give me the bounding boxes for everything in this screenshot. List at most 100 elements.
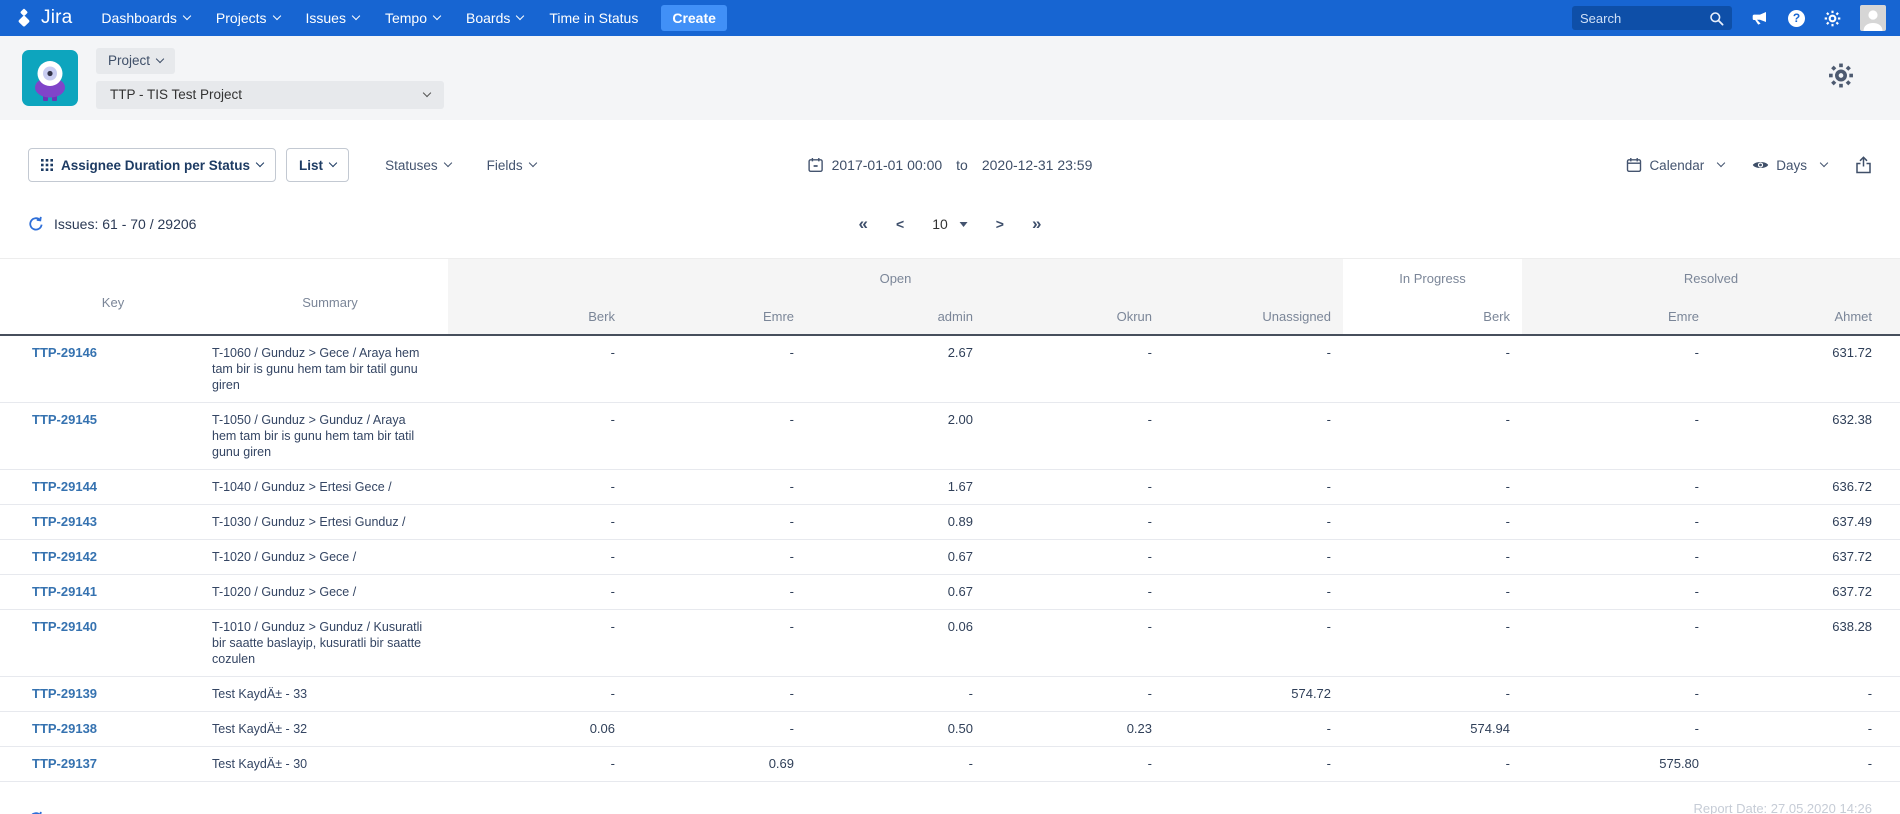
date-range-separator: to [956, 157, 968, 173]
announcements-icon[interactable] [1751, 9, 1769, 27]
issue-row: TTP-29141T-1020 / Gunduz > Gece /--0.67-… [0, 574, 1900, 609]
duration-value-cell: - [1522, 609, 1711, 676]
chevron-down-icon [256, 159, 264, 167]
date-range-picker[interactable]: 2017-01-01 00:00 to 2020-12-31 23:59 [808, 157, 1093, 173]
nav-item-dashboards[interactable]: Dashboards [88, 0, 203, 36]
nav-item-boards[interactable]: Boards [453, 0, 536, 36]
report-type-button[interactable]: Assignee Duration per Status [28, 148, 276, 182]
report-toolbar: Assignee Duration per Status List Status… [0, 148, 1900, 182]
issue-row: TTP-29143T-1030 / Gunduz > Ertesi Gunduz… [0, 504, 1900, 539]
search-input[interactable] [1580, 11, 1709, 26]
column-header-key: Key [0, 259, 194, 335]
issue-key-link[interactable]: TTP-29146 [32, 345, 97, 360]
nav-item-issues[interactable]: Issues [293, 0, 372, 36]
nav-item-projects[interactable]: Projects [203, 0, 293, 36]
scope-dropdown[interactable]: Project [96, 48, 175, 74]
page-size-select[interactable]: 10 [932, 216, 968, 232]
issue-key-link[interactable]: TTP-29145 [32, 412, 97, 427]
next-page-button[interactable]: > [996, 811, 1004, 814]
refresh-icon[interactable] [28, 216, 44, 232]
duration-value-cell: - [985, 609, 1164, 676]
assignee-column-header: Berk [1343, 299, 1522, 335]
chevron-down-icon [1820, 159, 1828, 167]
duration-value-cell: - [1164, 539, 1343, 574]
calendar-icon [808, 157, 824, 173]
chevron-down-icon [528, 159, 536, 167]
next-page-button[interactable]: > [996, 216, 1004, 232]
duration-value-cell: - [1343, 504, 1522, 539]
duration-value-cell: - [1522, 676, 1711, 711]
duration-report-table: Key Summary Open In Progress Resolved Be… [0, 258, 1900, 782]
duration-value-cell: - [448, 574, 627, 609]
issues-count-row-bottom: Issues: 61 - 70 / 29206 « < 10 > » Repor… [0, 796, 1900, 814]
duration-value-cell: 0.67 [806, 574, 985, 609]
first-page-button[interactable]: « [859, 809, 868, 814]
gear-icon[interactable] [1824, 10, 1841, 27]
duration-value-cell: 637.72 [1711, 574, 1900, 609]
fields-label: Fields [487, 158, 523, 173]
issue-key-link[interactable]: TTP-29137 [32, 756, 97, 771]
previous-page-button[interactable]: < [896, 216, 904, 232]
assignee-column-header: Ahmet [1711, 299, 1900, 335]
nav-item-time-in-status[interactable]: Time in Status [536, 0, 651, 36]
project-select[interactable]: TTP - TIS Test Project [96, 81, 444, 109]
issue-row: TTP-29138Test KaydÄ± - 320.06-0.500.23-5… [0, 711, 1900, 746]
duration-value-cell: - [1343, 402, 1522, 469]
issue-key-link[interactable]: TTP-29140 [32, 619, 97, 634]
chevron-down-icon [1717, 159, 1725, 167]
search-icon[interactable] [1709, 11, 1724, 26]
issue-key-link[interactable]: TTP-29138 [32, 721, 97, 736]
column-group-in-progress: In Progress [1343, 259, 1522, 299]
duration-value-cell: - [985, 335, 1164, 403]
duration-value-cell: - [806, 676, 985, 711]
unit-dropdown[interactable]: Days [1752, 158, 1827, 173]
issue-key-link[interactable]: TTP-29142 [32, 549, 97, 564]
calendar-mode-dropdown[interactable]: Calendar [1626, 157, 1724, 173]
create-button[interactable]: Create [661, 5, 727, 31]
assignee-column-header: Okrun [985, 299, 1164, 335]
duration-value-cell: - [448, 539, 627, 574]
nav-item-tempo[interactable]: Tempo [372, 0, 453, 36]
first-page-button[interactable]: « [859, 214, 868, 234]
help-icon[interactable]: ? [1788, 10, 1805, 27]
statuses-dropdown[interactable]: Statuses [385, 158, 451, 173]
page-size-select[interactable]: 10 [932, 811, 968, 814]
issue-summary-cell: T-1060 / Gunduz > Gece / Araya hem tam b… [194, 335, 448, 403]
view-mode-label: List [299, 158, 323, 173]
user-avatar[interactable] [1860, 5, 1886, 31]
duration-value-cell: - [1522, 469, 1711, 504]
last-page-button[interactable]: » [1032, 809, 1041, 814]
issue-summary-cell: T-1020 / Gunduz > Gece / [194, 539, 448, 574]
duration-value-cell: - [1343, 469, 1522, 504]
duration-value-cell: - [1522, 574, 1711, 609]
unit-label: Days [1776, 158, 1807, 173]
duration-value-cell: 574.72 [1164, 676, 1343, 711]
refresh-icon[interactable] [28, 811, 44, 814]
issue-key-link[interactable]: TTP-29139 [32, 686, 97, 701]
duration-value-cell: - [985, 504, 1164, 539]
chevron-down-icon [272, 12, 280, 20]
duration-value-cell: - [1343, 335, 1522, 403]
project-selector-group: Project TTP - TIS Test Project [96, 48, 444, 109]
date-to-value: 2020-12-31 23:59 [982, 157, 1093, 173]
export-icon[interactable] [1855, 156, 1872, 174]
issue-key-link[interactable]: TTP-29141 [32, 584, 97, 599]
duration-value-cell: - [627, 574, 806, 609]
chevron-down-icon [423, 88, 431, 96]
issue-key-link[interactable]: TTP-29144 [32, 479, 97, 494]
previous-page-button[interactable]: < [896, 811, 904, 814]
duration-value-cell: - [806, 746, 985, 781]
issue-row: TTP-29144T-1040 / Gunduz > Ertesi Gece /… [0, 469, 1900, 504]
date-from-value: 2017-01-01 00:00 [832, 157, 943, 173]
issue-row: TTP-29146 T-1060 / Gunduz > Gece / Araya … [0, 335, 1900, 403]
pagination-top: « < 10 > » [859, 214, 1042, 234]
fields-dropdown[interactable]: Fields [487, 158, 536, 173]
view-mode-button[interactable]: List [286, 148, 349, 182]
jira-logo[interactable]: Jira [14, 7, 72, 29]
settings-gear-icon[interactable] [1828, 63, 1854, 94]
calendar-icon [1626, 157, 1642, 173]
issue-key-cell: TTP-29139 [0, 676, 194, 711]
duration-value-cell: - [1164, 609, 1343, 676]
last-page-button[interactable]: » [1032, 214, 1041, 234]
issue-key-link[interactable]: TTP-29143 [32, 514, 97, 529]
